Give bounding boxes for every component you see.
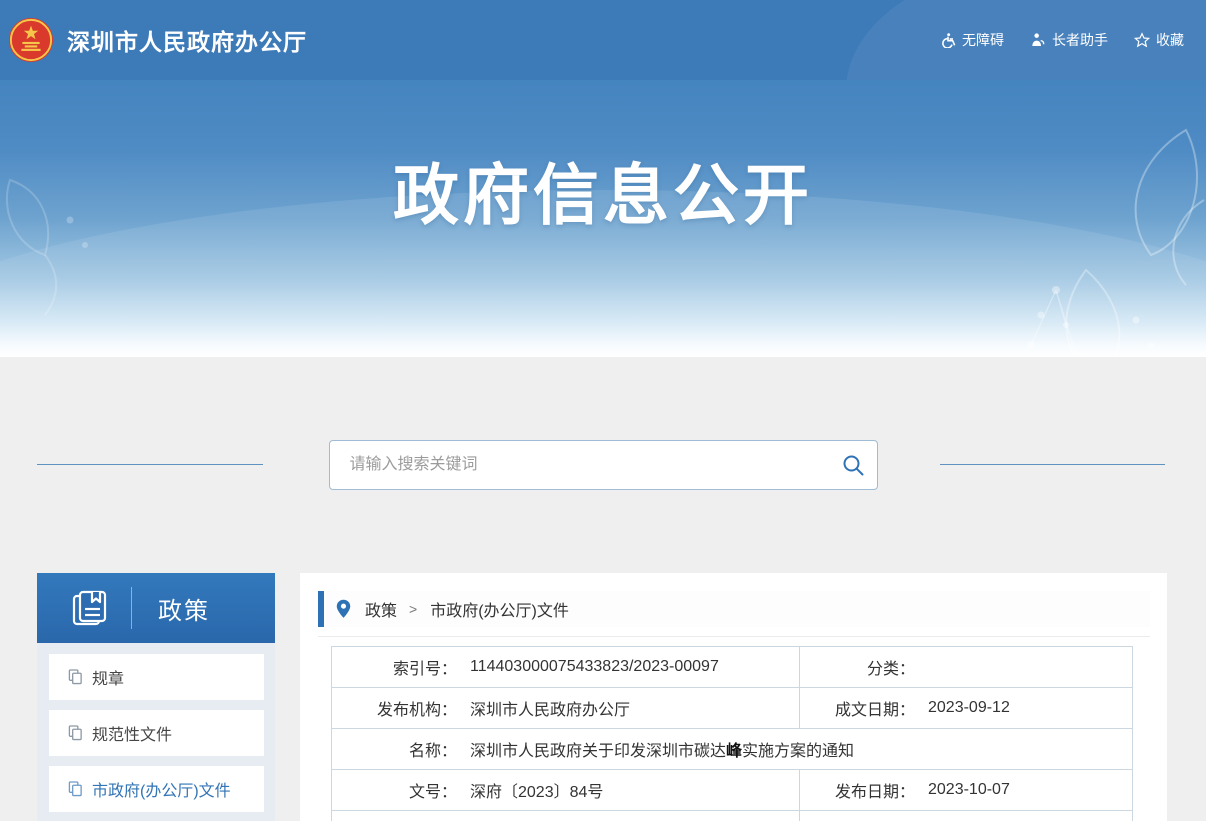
written-date-value: 2023-09-12 <box>928 699 1010 717</box>
elder-assistant-link[interactable]: 长者助手 <box>1030 30 1108 50</box>
content-section: 政策 规章 规范性文件 <box>0 357 1206 821</box>
written-date-cell: 成文日期： 2023-09-12 <box>800 688 1132 728</box>
breadcrumb-accent-bar <box>318 591 324 627</box>
empty-cell <box>332 811 800 821</box>
content-row: 政策 规章 规范性文件 <box>0 573 1206 821</box>
divider-line-left <box>37 464 263 465</box>
page-title: 政府信息公开 <box>0 142 1206 238</box>
sidebar: 政策 规章 规范性文件 <box>37 573 275 821</box>
book-icon <box>70 588 110 628</box>
document-name-cell: 名称： 深圳市人民政府关于印发深圳市碳达峰实施方案的通知 <box>332 729 1132 769</box>
search-input[interactable] <box>329 440 878 490</box>
document-metadata-table: 索引号： 114403000075433823/2023-00097 分类： 发… <box>331 646 1133 821</box>
publish-date-value: 2023-10-07 <box>928 781 1010 799</box>
main-panel: 政策 > 市政府(办公厅)文件 索引号： 114403000075433823/… <box>300 573 1167 821</box>
table-row: 文号： 深府〔2023〕84号 发布日期： 2023-10-07 <box>332 769 1132 810</box>
document-icon <box>68 725 83 741</box>
breadcrumb-item-current[interactable]: 市政府(办公厅)文件 <box>430 597 569 621</box>
document-icon <box>68 669 83 685</box>
table-row-partial <box>332 810 1132 821</box>
accessibility-label: 无障碍 <box>962 30 1004 50</box>
breadcrumb-separator: > <box>409 601 417 617</box>
search-box <box>329 440 878 490</box>
document-number-value: 深府〔2023〕84号 <box>470 778 603 802</box>
elder-assistant-icon <box>1030 32 1046 48</box>
sidebar-item-label: 市政府(办公厅)文件 <box>92 777 231 801</box>
publish-date-cell: 发布日期： 2023-10-07 <box>800 770 1132 810</box>
favorite-label: 收藏 <box>1156 30 1184 50</box>
sidebar-title: 政策 <box>158 591 210 626</box>
document-number-cell: 文号： 深府〔2023〕84号 <box>332 770 800 810</box>
sidebar-items: 规章 规范性文件 市政府(办公厅)文件 <box>37 643 275 812</box>
index-number-cell: 索引号： 114403000075433823/2023-00097 <box>332 647 800 687</box>
elder-assistant-label: 长者助手 <box>1052 30 1108 50</box>
page: 深圳市人民政府办公厅 无障碍 长者助手 <box>0 0 1206 821</box>
table-row: 名称： 深圳市人民政府关于印发深圳市碳达峰实施方案的通知 <box>332 728 1132 769</box>
sidebar-header: 政策 <box>37 573 275 643</box>
issuing-agency-cell: 发布机构： 深圳市人民政府办公厅 <box>332 688 800 728</box>
sidebar-item-municipal-government-documents[interactable]: 市政府(办公厅)文件 <box>49 766 264 812</box>
sidebar-header-divider <box>131 587 132 629</box>
accessibility-icon <box>940 32 956 48</box>
table-row: 发布机构： 深圳市人民政府办公厅 成文日期： 2023-09-12 <box>332 687 1132 728</box>
site-home-link[interactable]: 深圳市人民政府办公厅 <box>8 17 307 63</box>
category-cell: 分类： <box>800 647 1132 687</box>
issuing-agency-value: 深圳市人民政府办公厅 <box>470 696 630 720</box>
index-number-value: 114403000075433823/2023-00097 <box>470 658 719 676</box>
sidebar-item-regulations[interactable]: 规章 <box>49 654 264 700</box>
star-icon <box>1134 32 1150 48</box>
topbar-links: 无障碍 长者助手 收藏 <box>940 30 1184 50</box>
search-area <box>329 357 878 490</box>
accessibility-link[interactable]: 无障碍 <box>940 30 1004 50</box>
publish-date-label: 发布日期： <box>800 778 915 802</box>
sidebar-item-normative-documents[interactable]: 规范性文件 <box>49 710 264 756</box>
written-date-label: 成文日期： <box>800 696 915 720</box>
index-number-label: 索引号： <box>332 655 457 679</box>
location-pin-icon <box>335 599 352 619</box>
document-icon <box>68 781 83 797</box>
banner: 政府信息公开 <box>0 80 1206 357</box>
highlighted-keyword: 峰 <box>726 743 742 760</box>
document-name-value: 深圳市人民政府关于印发深圳市碳达峰实施方案的通知 <box>470 737 854 761</box>
document-name-label: 名称： <box>332 737 457 761</box>
national-emblem-icon <box>8 17 54 63</box>
topbar: 深圳市人民政府办公厅 无障碍 长者助手 <box>0 0 1206 80</box>
breadcrumb: 政策 > 市政府(办公厅)文件 <box>318 591 1150 627</box>
category-label: 分类： <box>800 655 915 679</box>
breadcrumb-item-policy[interactable]: 政策 <box>365 597 397 621</box>
breadcrumb-wrap: 政策 > 市政府(办公厅)文件 <box>318 591 1150 637</box>
table-row: 索引号： 114403000075433823/2023-00097 分类： <box>332 647 1132 687</box>
empty-cell <box>800 811 1132 821</box>
favorite-link[interactable]: 收藏 <box>1134 30 1184 50</box>
divider-line-right <box>940 464 1165 465</box>
sidebar-item-label: 规范性文件 <box>92 721 172 745</box>
sidebar-item-label: 规章 <box>92 665 124 689</box>
issuing-agency-label: 发布机构： <box>332 696 457 720</box>
document-number-label: 文号： <box>332 778 457 802</box>
search-icon <box>841 453 865 477</box>
site-title: 深圳市人民政府办公厅 <box>67 23 307 57</box>
search-button[interactable] <box>841 453 865 477</box>
